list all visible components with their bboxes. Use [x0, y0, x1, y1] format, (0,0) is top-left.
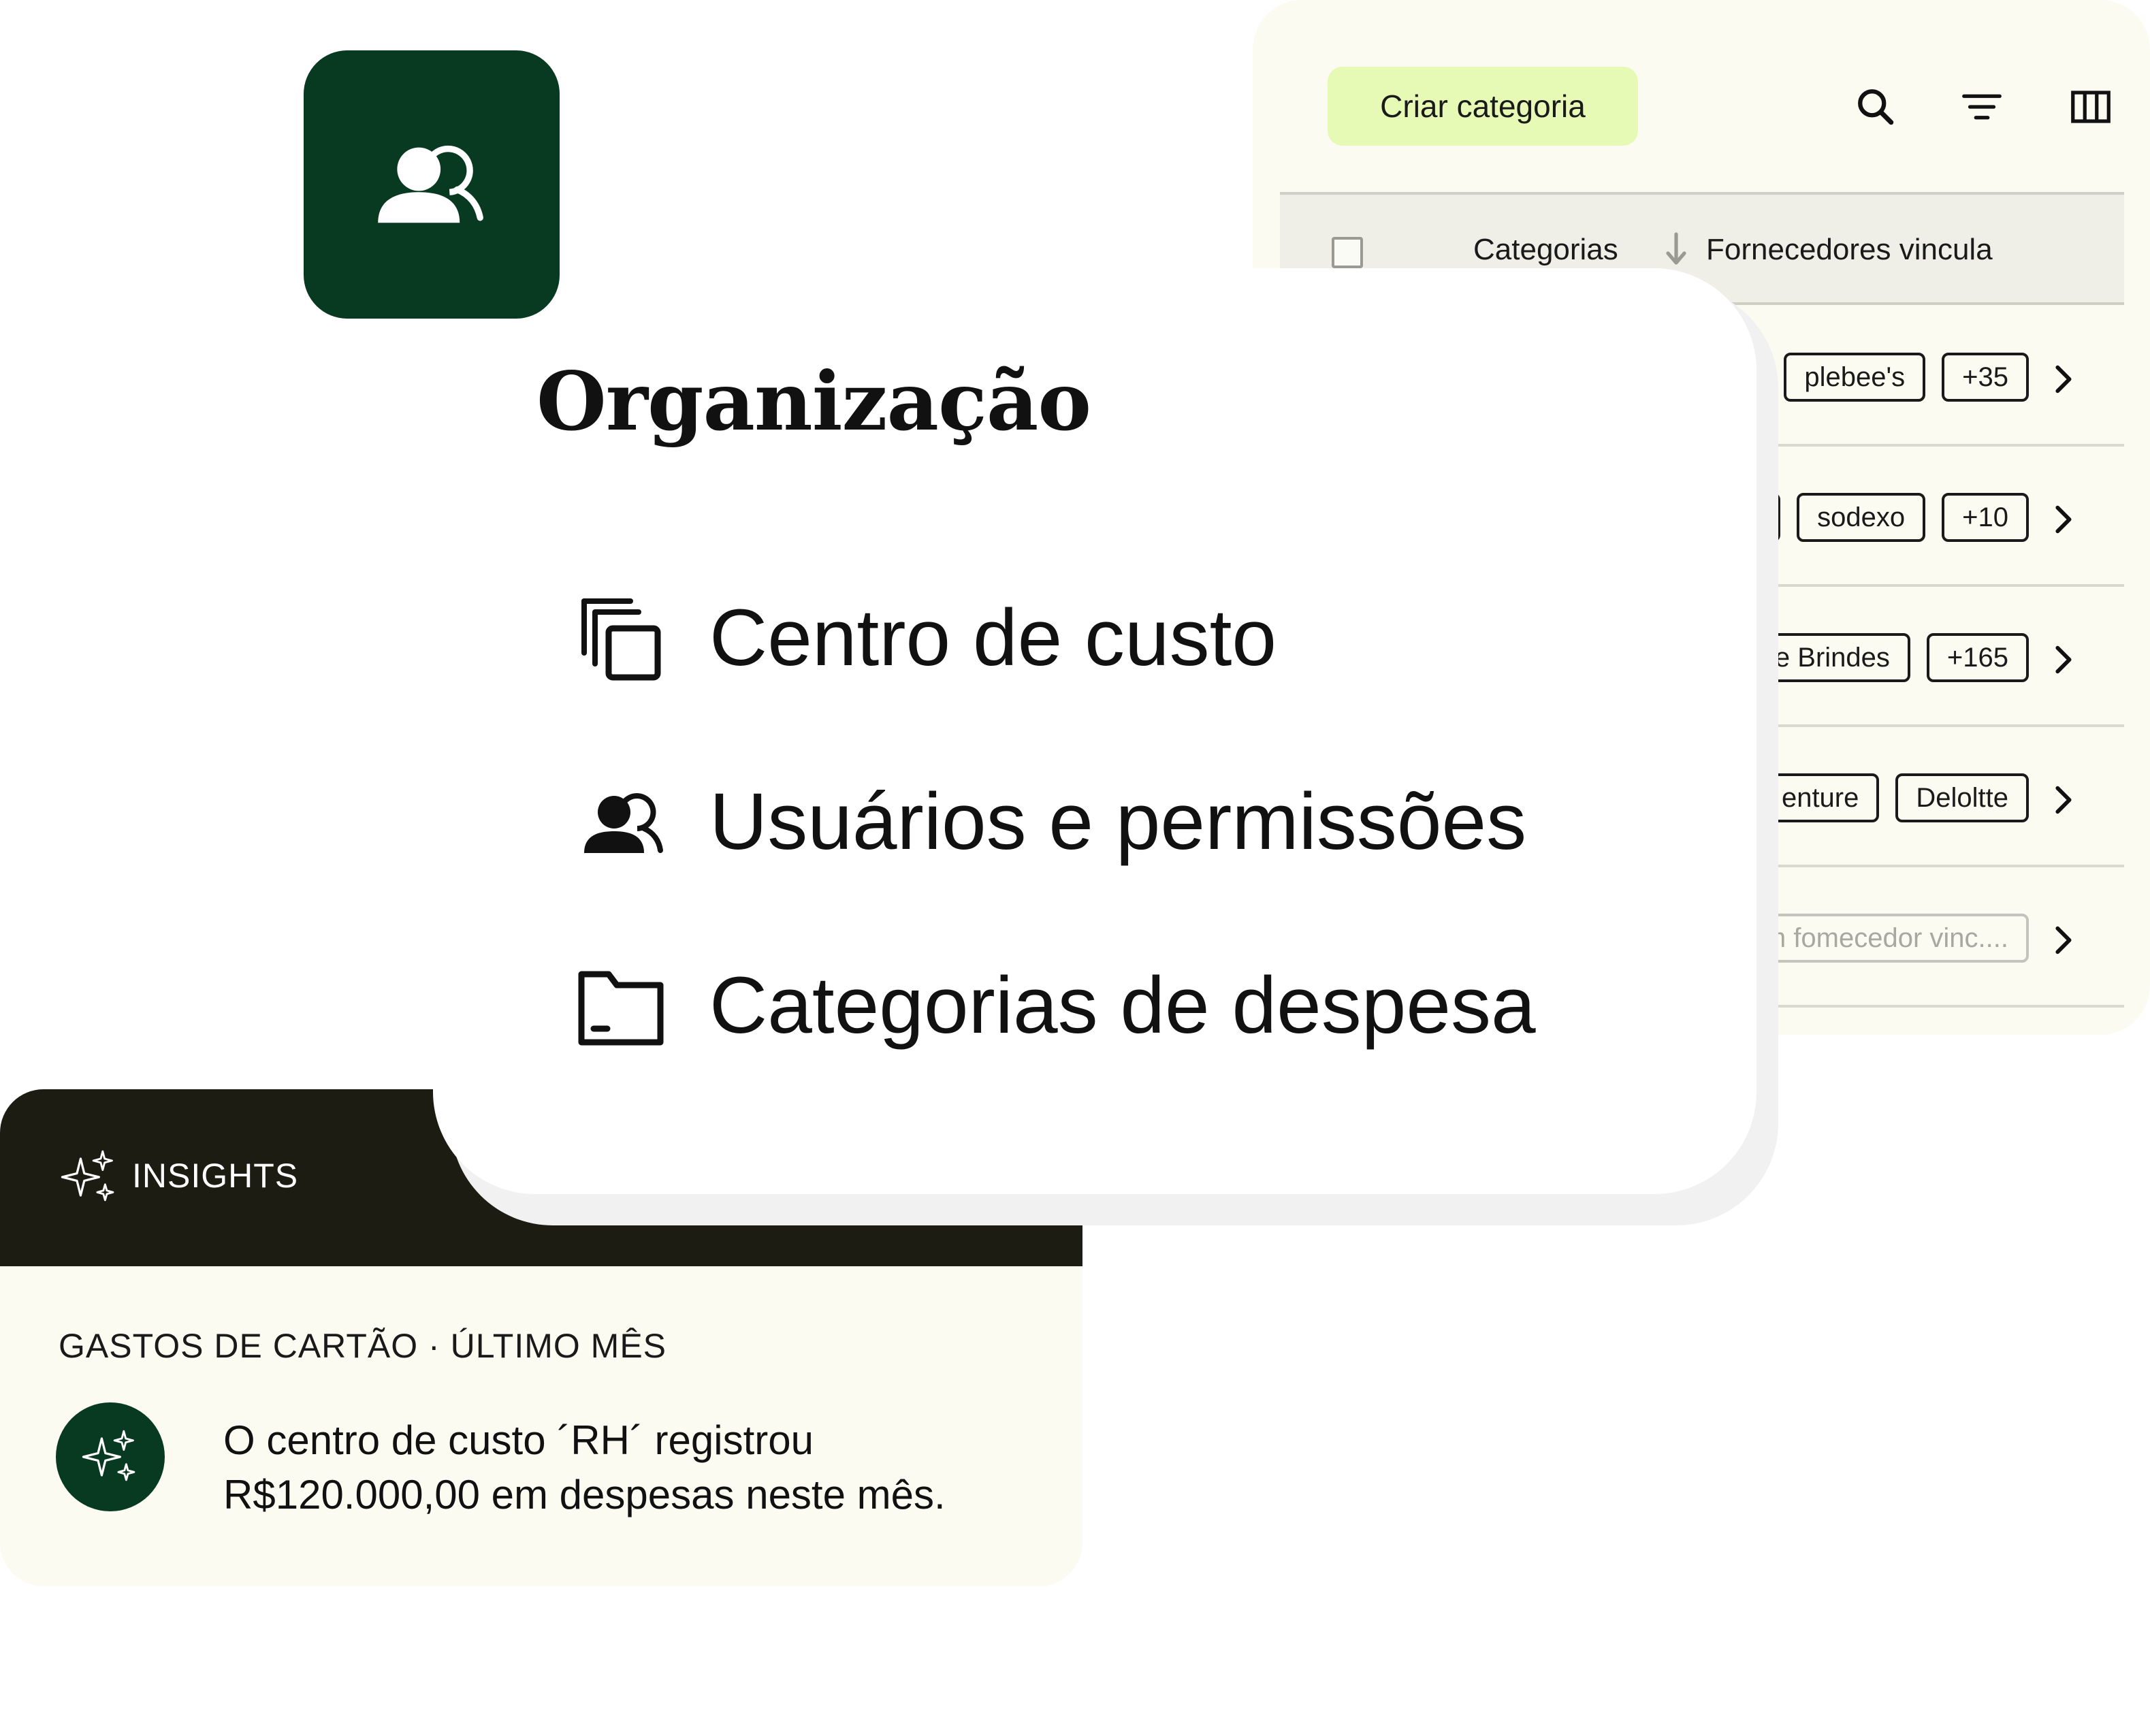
menu-item-label: Centro de custo — [709, 593, 1277, 683]
menu-item-cost-center[interactable]: Centro de custo — [573, 587, 1594, 689]
chevron-right-icon[interactable] — [2049, 502, 2076, 536]
chevron-right-icon[interactable] — [2049, 643, 2076, 677]
menu-item-label: Usuários e permissões — [709, 777, 1527, 867]
sparkles-icon — [61, 1150, 114, 1202]
columns-icon[interactable] — [2067, 83, 2115, 131]
column-header-categories[interactable]: Categorias — [1473, 233, 1618, 267]
users-icon — [378, 145, 483, 223]
page-title: Organização — [536, 354, 1091, 449]
copy-icon — [573, 590, 669, 686]
organization-app-tile — [304, 50, 560, 319]
insights-card: GASTOS DE CARTÃO · ÚLTIMO MÊS O centro d… — [0, 1266, 1082, 1586]
supplier-chip: +10 — [1942, 493, 2029, 542]
insights-message: O centro de custo ´RH´ registrou R$120.0… — [223, 1413, 1027, 1522]
insights-avatar — [56, 1402, 165, 1511]
chevron-right-icon[interactable] — [2049, 923, 2076, 957]
insights-label: INSIGHTS — [132, 1157, 299, 1195]
supplier-chips: e Brindes +165 — [1754, 633, 2029, 682]
select-all-checkbox[interactable] — [1332, 237, 1363, 268]
supplier-chip: enture — [1761, 773, 1880, 822]
users-icon — [573, 774, 669, 869]
insights-caption: GASTOS DE CARTÃO · ÚLTIMO MÊS — [59, 1327, 667, 1365]
sort-down-icon[interactable] — [1663, 229, 1690, 270]
supplier-chip: +165 — [1926, 633, 2029, 682]
menu-item-expense-categories[interactable]: Categorias de despesa — [573, 954, 1594, 1057]
sparkles-icon — [82, 1430, 135, 1481]
supplier-chip: sodexo — [1797, 493, 1926, 542]
create-category-button[interactable]: Criar categoria — [1328, 67, 1638, 146]
insights-message-line: O centro de custo ´RH´ registrou — [223, 1417, 814, 1463]
column-header-suppliers: Fornecedores vincula — [1706, 233, 1993, 266]
supplier-chip: +35 — [1942, 353, 2029, 402]
menu-item-label: Categorias de despesa — [709, 961, 1536, 1050]
folder-icon — [573, 958, 669, 1053]
search-icon[interactable] — [1852, 83, 1899, 131]
chevron-right-icon[interactable] — [2049, 362, 2076, 396]
insights-message-line: R$120.000,00 em despesas neste mês. — [223, 1472, 946, 1517]
filter-icon[interactable] — [1958, 83, 2006, 131]
supplier-chips: enture Deloltte — [1761, 773, 2029, 822]
supplier-chip: Deloltte — [1895, 773, 2029, 822]
supplier-chips: plebee's +35 — [1784, 353, 2029, 402]
supplier-chip: plebee's — [1784, 353, 1926, 402]
menu-item-users-permissions[interactable]: Usuários e permissões — [573, 771, 1594, 873]
chevron-right-icon[interactable] — [2049, 783, 2076, 817]
